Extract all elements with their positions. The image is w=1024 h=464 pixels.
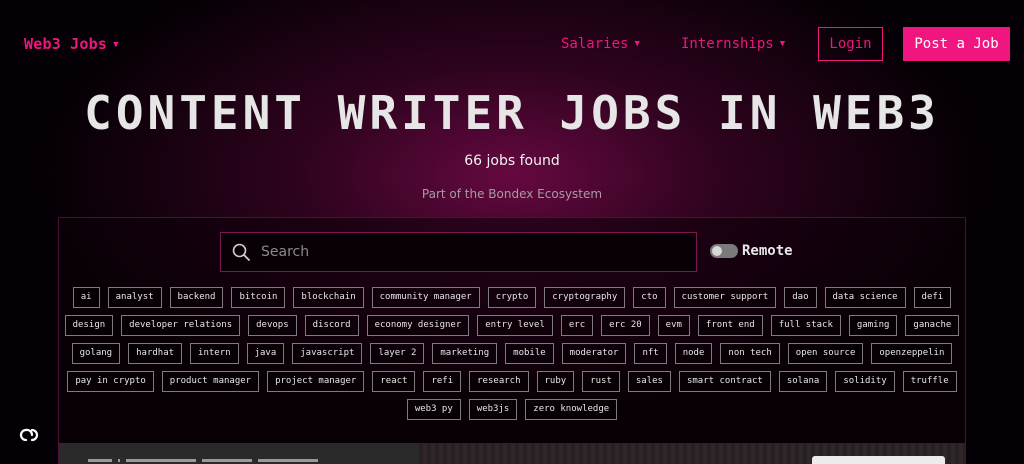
tag-evm[interactable]: evm (657, 315, 690, 336)
chat-icon[interactable] (14, 422, 44, 448)
tag-solana[interactable]: solana (778, 371, 828, 392)
tag-bitcoin[interactable]: bitcoin (231, 287, 286, 308)
remote-label: Remote (742, 243, 793, 259)
tag-research[interactable]: research (469, 371, 529, 392)
brand-label: Web3 Jobs (24, 35, 108, 53)
tag-layer-2[interactable]: layer 2 (370, 343, 425, 364)
tag-truffle[interactable]: truffle (902, 371, 957, 392)
tag-community-manager[interactable]: community manager (371, 287, 480, 308)
tag-developer-relations[interactable]: developer relations (121, 315, 241, 336)
apply-button-preview[interactable] (812, 456, 945, 464)
tag-defi[interactable]: defi (913, 287, 952, 308)
nav-salaries[interactable]: Salaries ▼ (561, 36, 640, 52)
tag-analyst[interactable]: analyst (107, 287, 162, 308)
tag-project-manager[interactable]: project manager (267, 371, 365, 392)
tag-moderator[interactable]: moderator (561, 343, 627, 364)
tag-non-tech[interactable]: non tech (720, 343, 780, 364)
tag-mobile[interactable]: mobile (505, 343, 554, 364)
tag-front-end[interactable]: front end (697, 315, 763, 336)
tag-erc[interactable]: erc (560, 315, 594, 336)
tag-dao[interactable]: dao (784, 287, 817, 308)
tag-node[interactable]: node (674, 343, 713, 364)
switch-knob (712, 246, 722, 256)
chevron-down-icon: ▼ (634, 39, 640, 49)
tag-react[interactable]: react (372, 371, 416, 392)
search-input[interactable] (261, 234, 696, 270)
tag-marketing[interactable]: marketing (432, 343, 498, 364)
tag-smart-contract[interactable]: smart contract (678, 371, 771, 392)
tag-crypto[interactable]: crypto (487, 287, 537, 308)
tag-erc-20[interactable]: erc 20 (601, 315, 650, 336)
tag-intern[interactable]: intern (190, 343, 239, 364)
tag-discord[interactable]: discord (304, 315, 359, 336)
chevron-down-icon: ▼ (779, 39, 786, 49)
nav-internships[interactable]: Internships ▼ (681, 36, 785, 52)
tag-list: ai analyst backend bitcoin blockchain communi… (60, 287, 964, 420)
tag-web3-py[interactable]: web3 py (406, 399, 461, 420)
tag-golang[interactable]: golang (71, 343, 121, 364)
post-job-button[interactable]: Post a Job (903, 27, 1010, 61)
page-title: CONTENT WRITER JOBS IN WEB3 (84, 86, 940, 140)
tag-gaming[interactable]: gaming (848, 315, 898, 336)
remote-switch[interactable] (710, 244, 738, 258)
tag-java[interactable]: java (246, 343, 285, 364)
tag-open-source[interactable]: open source (787, 343, 864, 364)
login-button[interactable]: Login (818, 27, 883, 61)
tag-web3js[interactable]: web3js (468, 399, 518, 420)
tag-cto[interactable]: cto (633, 287, 666, 308)
tag-sales[interactable]: sales (627, 371, 671, 392)
job-card-text-preview (88, 459, 388, 464)
tag-pay-in-crypto[interactable]: pay in crypto (67, 371, 154, 392)
tag-rust[interactable]: rust (582, 371, 620, 392)
brand-menu[interactable]: Web3 Jobs ▼ (24, 35, 119, 53)
tag-openzeppelin[interactable]: openzeppelin (871, 343, 953, 364)
tag-customer-support[interactable]: customer support (673, 287, 777, 308)
tag-data-science[interactable]: data science (824, 287, 906, 308)
tag-design[interactable]: design (64, 315, 114, 336)
search-bar[interactable] (220, 232, 697, 272)
tag-solidity[interactable]: solidity (835, 371, 895, 392)
jobs-count: 66 jobs found (464, 153, 560, 169)
tag-ai[interactable]: ai (72, 287, 100, 308)
tag-backend[interactable]: backend (169, 287, 224, 308)
tag-ruby[interactable]: ruby (536, 371, 575, 392)
chevron-down-icon: ▼ (113, 40, 119, 50)
tag-economy-designer[interactable]: economy designer (366, 315, 470, 336)
tag-refi[interactable]: refi (423, 371, 462, 392)
remote-toggle[interactable]: Remote (710, 243, 793, 259)
top-nav: Web3 Jobs ▼ Salaries ▼ Internships ▼ Login … (0, 0, 1024, 90)
nav-salaries-label: Salaries (561, 36, 629, 52)
ecosystem-text: Part of the Bondex Ecosystem (421, 187, 603, 201)
tag-zero-knowledge[interactable]: zero knowledge (525, 399, 618, 420)
tag-cryptography[interactable]: cryptography (544, 287, 626, 308)
tag-nft[interactable]: nft (634, 343, 667, 364)
tag-blockchain[interactable]: blockchain (293, 287, 364, 308)
search-icon (221, 233, 261, 271)
tag-javascript[interactable]: javascript (292, 343, 363, 364)
tag-product-manager[interactable]: product manager (161, 371, 260, 392)
tag-ganache[interactable]: ganache (905, 315, 960, 336)
tag-full-stack[interactable]: full stack (770, 315, 841, 336)
tag-devops[interactable]: devops (248, 315, 297, 336)
nav-internships-label: Internships (681, 36, 774, 52)
tag-hardhat[interactable]: hardhat (128, 343, 183, 364)
tag-entry-level[interactable]: entry level (477, 315, 553, 336)
